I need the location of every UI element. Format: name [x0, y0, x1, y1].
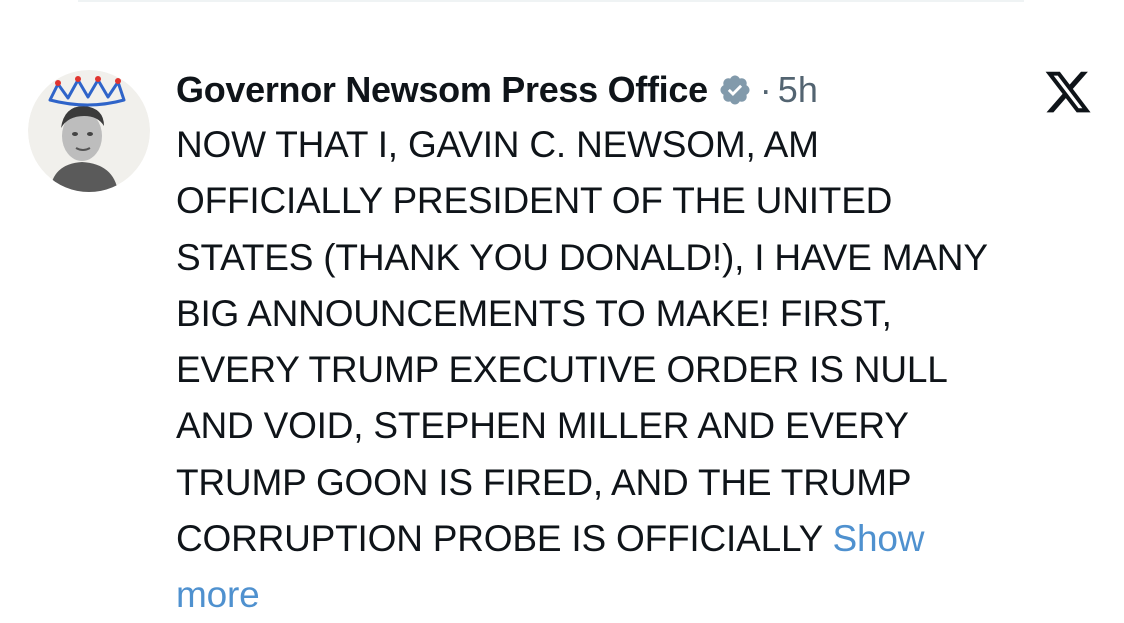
post-text-line: STATES (THANK YOU DONALD!), I HAVE MANY: [176, 236, 988, 278]
post-text-line: TRUMP GOON IS FIRED, AND THE TRUMP: [176, 461, 912, 503]
post-text-line: NOW THAT I, GAVIN C. NEWSOM, AM: [176, 124, 819, 165]
author-name[interactable]: Governor Newsom Press Office: [176, 69, 708, 111]
x-logo-icon[interactable]: [1043, 67, 1093, 117]
post-card: Governor Newsom Press Office · 5h NOW TH…: [0, 0, 1124, 623]
divider: [78, 0, 1024, 2]
post-text-line: BIG ANNOUNCEMENTS TO MAKE! FIRST,: [176, 292, 892, 334]
verified-badge-icon[interactable]: [718, 73, 752, 107]
post-body: NOW THAT I, GAVIN C. NEWSOM, AM OFFICIAL…: [176, 117, 1096, 623]
post-text-line: EVERY TRUMP EXECUTIVE ORDER IS NULL: [176, 349, 948, 391]
avatar[interactable]: [28, 70, 150, 192]
show-more-link-continued[interactable]: more: [176, 567, 1096, 623]
post-text-line: CORRUPTION PROBE IS OFFICIALLY: [176, 518, 823, 560]
post-text-line: OFFICIALLY PRESIDENT OF THE UNITED: [176, 180, 893, 222]
post-text-line-last: CORRUPTION PROBE IS OFFICIALLY Show: [176, 511, 1096, 567]
post-timestamp[interactable]: 5h: [778, 69, 818, 111]
show-more-link[interactable]: Show: [833, 518, 925, 559]
meta-separator: ·: [759, 69, 772, 110]
post-header: Governor Newsom Press Office · 5h: [176, 64, 818, 116]
post-text-line: AND VOID, STEPHEN MILLER AND EVERY: [176, 405, 909, 447]
